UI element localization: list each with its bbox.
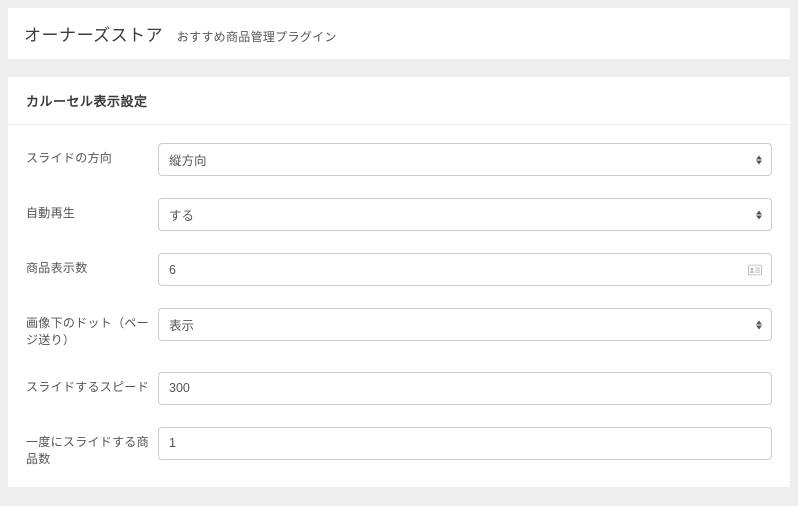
- input-slides-to-scroll[interactable]: [158, 427, 772, 460]
- page-title: オーナーズストア: [24, 21, 163, 46]
- select-slide-direction[interactable]: 縦方向: [158, 143, 772, 176]
- input-item-count[interactable]: [158, 253, 772, 286]
- label-slides-to-scroll: 一度にスライドする商品数: [26, 427, 158, 469]
- label-speed: スライドするスピード: [26, 372, 158, 396]
- panel-body: スライドの方向 縦方向 自動再生 する 商品表示数: [8, 125, 790, 487]
- label-dots: 画像下のドット（ページ送り）: [26, 308, 158, 350]
- row-slide-direction: スライドの方向 縦方向: [26, 143, 772, 176]
- select-dots[interactable]: 表示: [158, 308, 772, 341]
- row-dots: 画像下のドット（ページ送り） 表示: [26, 308, 772, 350]
- select-autoplay[interactable]: する: [158, 198, 772, 231]
- control-item-count: [158, 253, 772, 286]
- label-slide-direction: スライドの方向: [26, 143, 158, 167]
- row-autoplay: 自動再生 する: [26, 198, 772, 231]
- control-slides-to-scroll: [158, 427, 772, 460]
- row-item-count: 商品表示数: [26, 253, 772, 286]
- control-autoplay: する: [158, 198, 772, 231]
- settings-panel: カルーセル表示設定 スライドの方向 縦方向 自動再生 する 商品表示数: [8, 77, 790, 487]
- page-subtitle: おすすめ商品管理プラグイン: [177, 28, 337, 45]
- input-speed[interactable]: [158, 372, 772, 405]
- panel-heading: カルーセル表示設定: [8, 77, 790, 125]
- label-autoplay: 自動再生: [26, 198, 158, 222]
- row-speed: スライドするスピード: [26, 372, 772, 405]
- row-slides-to-scroll: 一度にスライドする商品数: [26, 427, 772, 469]
- label-item-count: 商品表示数: [26, 253, 158, 277]
- control-slide-direction: 縦方向: [158, 143, 772, 176]
- control-dots: 表示: [158, 308, 772, 341]
- page-header: オーナーズストア おすすめ商品管理プラグイン: [8, 8, 790, 59]
- control-speed: [158, 372, 772, 405]
